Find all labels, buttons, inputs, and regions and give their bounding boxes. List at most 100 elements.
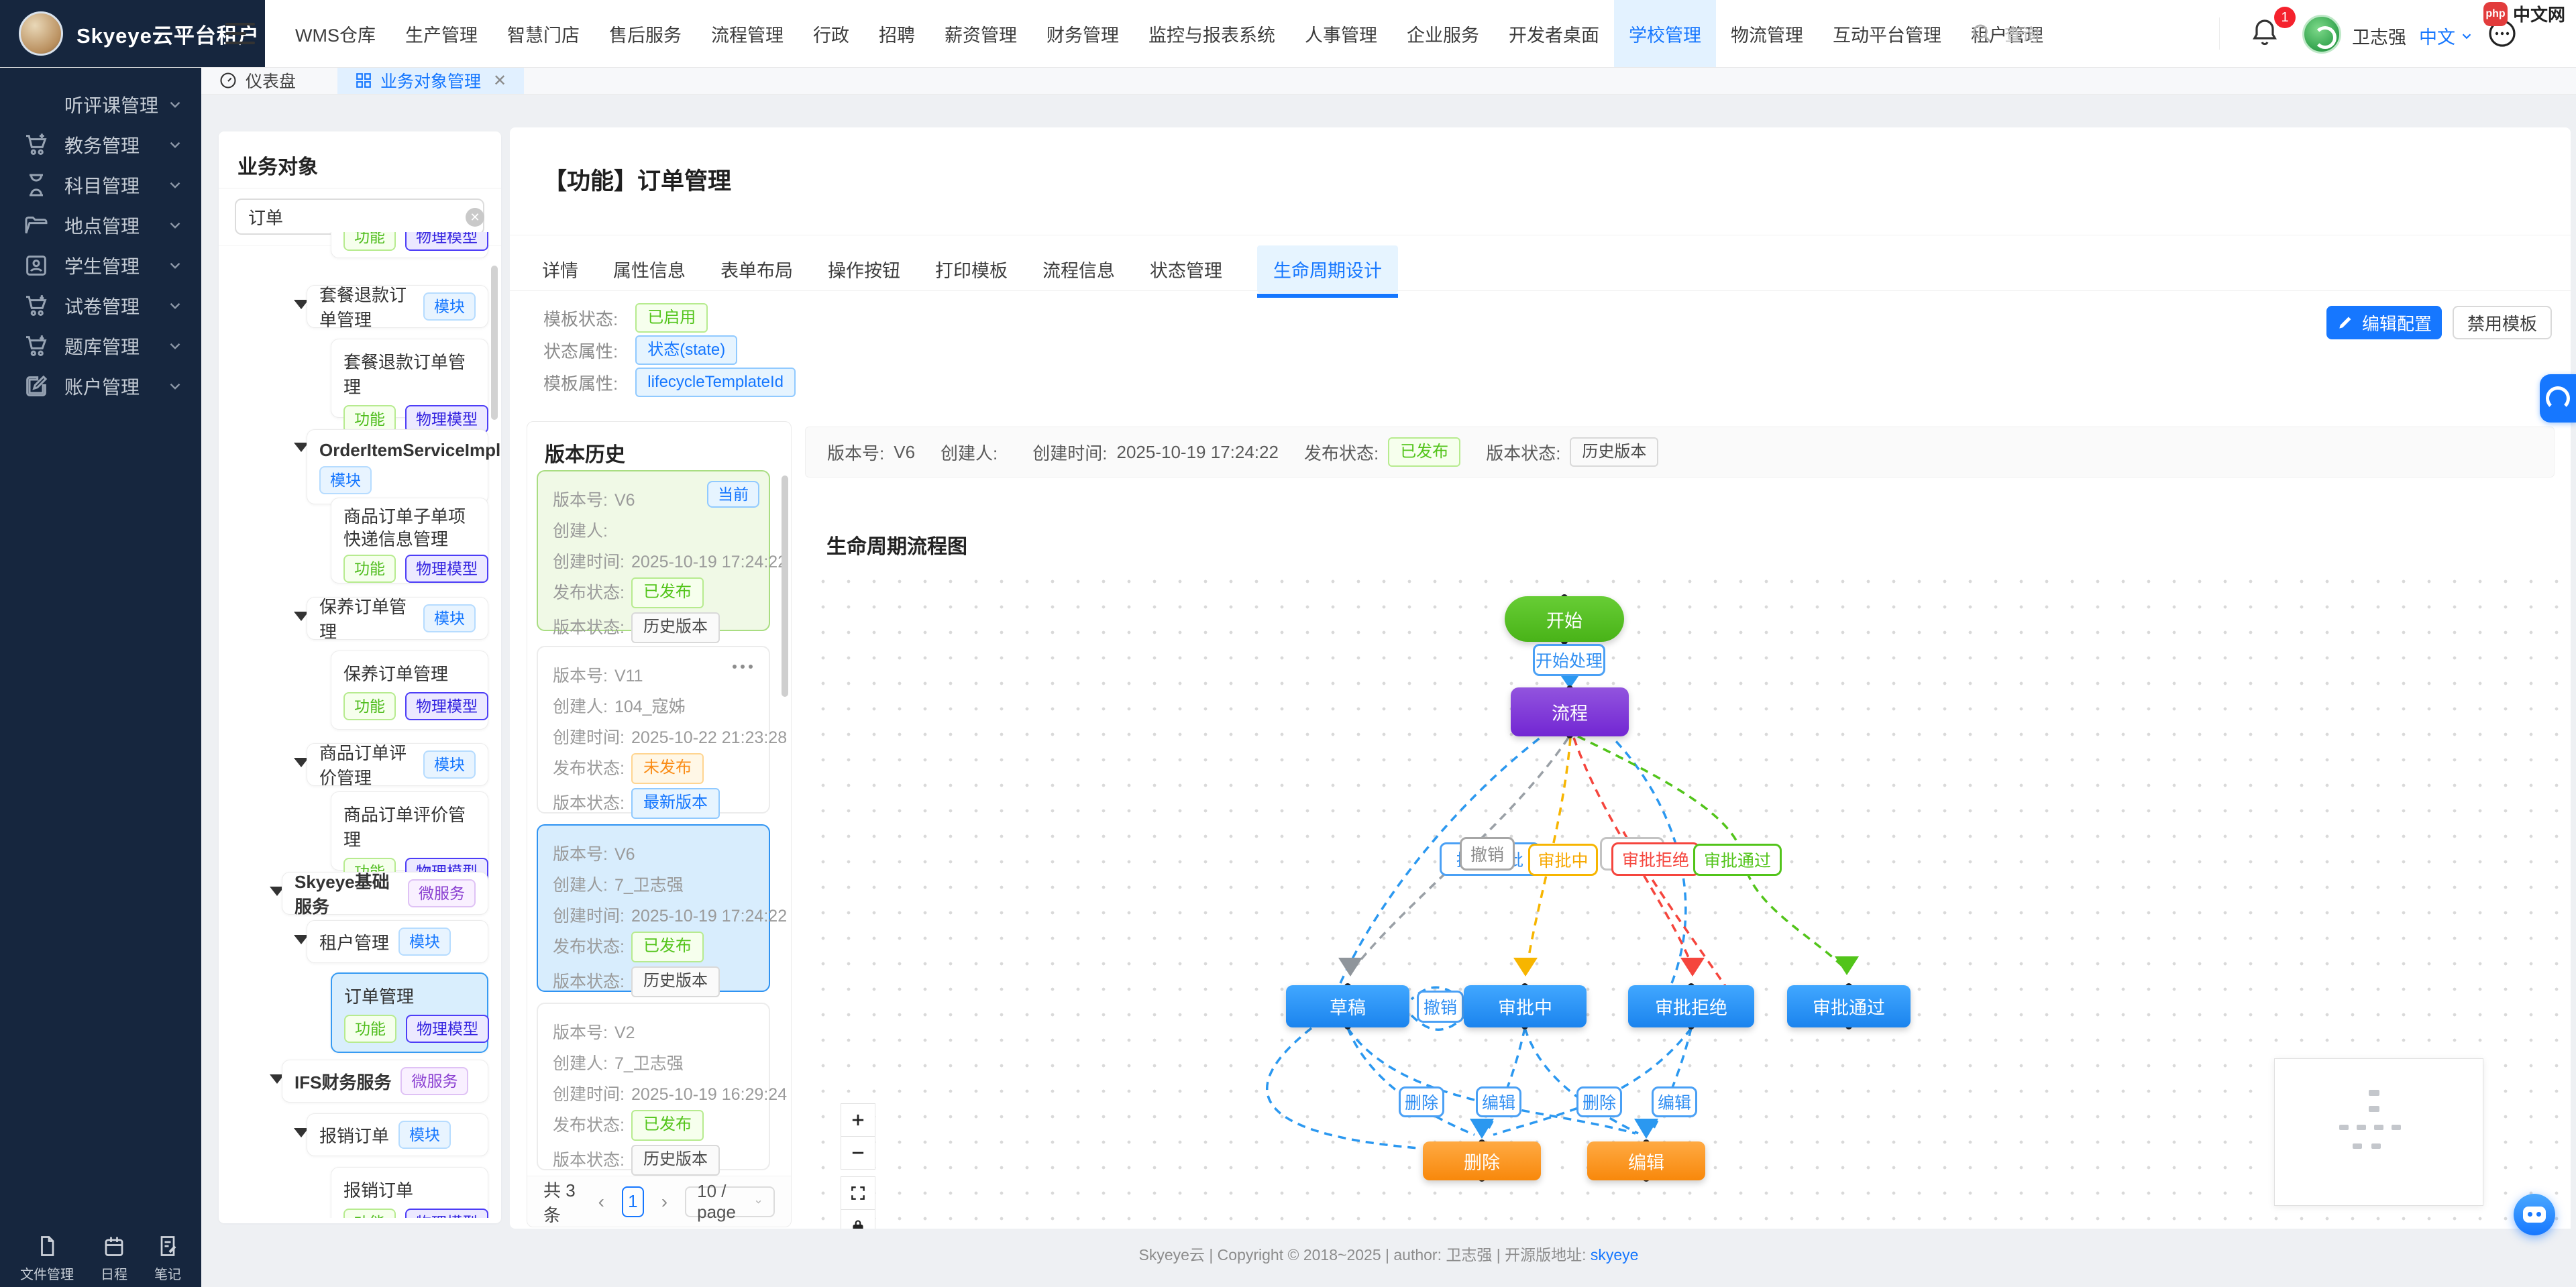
nav-item-monitor[interactable]: 监控与报表系统: [1134, 0, 1290, 67]
nav-item-interactive[interactable]: 互动平台管理: [1818, 0, 1956, 67]
nav-item-store[interactable]: 智慧门店: [492, 0, 594, 67]
nav-item-salary[interactable]: 薪资管理: [930, 0, 1032, 67]
more-menu-icon[interactable]: [733, 665, 753, 669]
tab-state-management[interactable]: 状态管理: [1150, 245, 1222, 293]
edit-config-button[interactable]: 编辑配置: [2326, 306, 2442, 339]
tab-lifecycle-design[interactable]: 生命周期设计: [1257, 245, 1398, 293]
object-search-input[interactable]: [235, 199, 484, 235]
tree-module-reimburse[interactable]: 报销订单 模块: [307, 1113, 488, 1156]
tab-attributes[interactable]: 属性信息: [613, 245, 686, 293]
sidebar-item-academic[interactable]: 教务管理: [0, 125, 201, 165]
sidebar-item-student[interactable]: 学生管理: [0, 245, 201, 286]
state-tag: 历史版本: [631, 1145, 720, 1176]
nav-item-enterprise[interactable]: 企业服务: [1392, 0, 1494, 67]
tree-leaf-reimburse[interactable]: 报销订单 功能 物理模型: [331, 1167, 488, 1218]
module-badge: 模块: [423, 604, 476, 632]
assistant-robot-fab[interactable]: [2514, 1194, 2555, 1235]
model-badge: 物理模型: [405, 555, 488, 583]
lifecycle-canvas[interactable]: 开始 开始处理 流程 提交审批 撤销 审批中 审批拒绝 审批通过 草稿 撤销 审…: [805, 563, 2571, 1229]
service-badge: 微服务: [400, 1067, 468, 1095]
tree-module-evaluation[interactable]: 商品订单评价管理 模块: [307, 743, 488, 786]
sidebar-item-listening[interactable]: 听评课管理: [0, 85, 201, 125]
tree-module-tenant[interactable]: 租户管理 模块: [307, 920, 488, 963]
sidebar-item-exam-paper[interactable]: 试卷管理: [0, 286, 201, 326]
version-card-v11[interactable]: 版本号:V11 创建人:104_寇姊 创建时间:2025-10-22 21:23…: [537, 646, 770, 814]
flow-node-edit[interactable]: 编辑: [1587, 1141, 1705, 1180]
user-name[interactable]: 卫志强: [2352, 23, 2406, 49]
global-search[interactable]: 查询: [1971, 0, 2039, 67]
disable-template-button[interactable]: 禁用模板: [2453, 306, 2552, 339]
sidebar-item-account[interactable]: 账户管理: [0, 366, 201, 406]
flow-node-delete[interactable]: 删除: [1423, 1141, 1541, 1180]
version-card-current[interactable]: 当前 版本号:V6 创建人: 创建时间:2025-10-19 17:24:22 …: [537, 470, 770, 631]
page-number[interactable]: 1: [622, 1186, 644, 1217]
customer-service-edge-tab[interactable]: [2540, 374, 2576, 423]
nav-item-logistics[interactable]: 物流管理: [1716, 0, 1818, 67]
tree-leaf-evaluation[interactable]: 商品订单评价管理 功能 物理模型: [331, 791, 488, 871]
tree-module-maintenance[interactable]: 保养订单管理 模块: [307, 597, 488, 640]
sidebar-item-subject[interactable]: 科目管理: [0, 165, 201, 205]
version-card-v6-selected[interactable]: 版本号:V6 创建人:7_卫志强 创建时间:2025-10-19 17:24:2…: [537, 824, 770, 992]
tree-leaf-maintenance[interactable]: 保养订单管理 功能 物理模型: [331, 651, 488, 730]
tree-leaf-refund[interactable]: 套餐退款订单管理 功能 物理模型: [331, 339, 488, 418]
prev-page-icon[interactable]: ‹: [596, 1191, 607, 1213]
file-manager-shortcut[interactable]: 文件管理: [20, 1234, 74, 1283]
nav-item-recruit[interactable]: 招聘: [864, 0, 930, 67]
user-avatar[interactable]: [2302, 15, 2341, 54]
tree-service-skyeye-base[interactable]: Skyeye基础服务 微服务: [282, 872, 488, 915]
nav-item-production[interactable]: 生产管理: [390, 0, 492, 67]
lock-button[interactable]: [841, 1209, 875, 1229]
sidebar-item-location[interactable]: 地点管理: [0, 205, 201, 245]
flow-node-process[interactable]: 流程: [1511, 687, 1629, 736]
nav-item-hr[interactable]: 人事管理: [1290, 0, 1392, 67]
zoom-out-button[interactable]: [841, 1136, 875, 1170]
tree-module-orderitem[interactable]: OrderItemServiceImpl 模块: [307, 429, 488, 504]
sidebar-item-question-bank[interactable]: 题库管理: [0, 326, 201, 366]
tab-print-template[interactable]: 打印模板: [935, 245, 1008, 293]
nav-item-admin[interactable]: 行政: [798, 0, 864, 67]
collapse-menu-icon[interactable]: [225, 20, 255, 47]
flow-node-draft[interactable]: 草稿: [1286, 985, 1409, 1027]
tree-leaf-partial[interactable]: 功能 物理模型: [331, 232, 488, 258]
flow-node-rejected[interactable]: 审批拒绝: [1628, 985, 1754, 1027]
next-page-icon[interactable]: ›: [659, 1191, 670, 1213]
clear-search-icon[interactable]: ✕: [466, 208, 484, 227]
tree-service-ifs[interactable]: IFS财务服务 微服务: [282, 1060, 488, 1103]
nav-item-finance[interactable]: 财务管理: [1032, 0, 1134, 67]
fit-view-button[interactable]: [841, 1176, 875, 1210]
cart-icon: [23, 292, 50, 319]
nav-item-wms[interactable]: WMS仓库: [280, 0, 390, 67]
canvas-minimap[interactable]: [2274, 1058, 2483, 1206]
version-list-scrollbar[interactable]: [782, 475, 788, 697]
page-tabstrip: 仪表盘 业务对象管理 ✕: [201, 67, 2576, 95]
nav-item-aftersale[interactable]: 售后服务: [594, 0, 696, 67]
flow-node-approved[interactable]: 审批通过: [1787, 985, 1911, 1027]
nav-item-school[interactable]: 学校管理: [1614, 0, 1716, 67]
tab-dashboard[interactable]: 仪表盘: [201, 67, 313, 94]
schedule-shortcut[interactable]: 日程: [101, 1234, 127, 1283]
version-history-title: 版本历史: [545, 438, 625, 467]
tree-leaf-express[interactable]: 商品订单子单项快递信息管理 功能 物理模型: [331, 498, 488, 583]
footer-link[interactable]: skyeye: [1591, 1246, 1639, 1264]
tab-form-layout[interactable]: 表单布局: [720, 245, 793, 293]
flow-node-start[interactable]: 开始: [1505, 596, 1624, 642]
tab-action-buttons[interactable]: 操作按钮: [828, 245, 900, 293]
tree-leaf-order-selected[interactable]: 订单管理 功能 物理模型: [331, 972, 488, 1053]
version-card-v2[interactable]: 版本号:V2 创建人:7_卫志强 创建时间:2025-10-19 16:29:2…: [537, 1003, 770, 1170]
tree-scrollbar[interactable]: [491, 266, 498, 420]
tab-detail[interactable]: 详情: [542, 245, 578, 293]
tab-business-object[interactable]: 业务对象管理 ✕: [337, 67, 524, 94]
chevron-down-icon: [166, 297, 184, 315]
page-size-select[interactable]: 10 / page: [685, 1186, 775, 1217]
tab-process-info[interactable]: 流程信息: [1042, 245, 1115, 293]
zoom-in-button[interactable]: [841, 1103, 875, 1137]
language-selector[interactable]: 中文: [2419, 23, 2474, 49]
tree-module-refund[interactable]: 套餐退款订单管理 模块: [307, 285, 488, 328]
notes-shortcut[interactable]: 笔记: [154, 1234, 181, 1283]
notification-bell-icon[interactable]: 1: [2249, 16, 2286, 54]
flow-node-approving[interactable]: 审批中: [1464, 985, 1587, 1027]
chevron-down-icon: [166, 217, 184, 234]
nav-item-devdesk[interactable]: 开发者桌面: [1494, 0, 1614, 67]
close-icon[interactable]: ✕: [493, 71, 506, 91]
nav-item-process[interactable]: 流程管理: [696, 0, 798, 67]
